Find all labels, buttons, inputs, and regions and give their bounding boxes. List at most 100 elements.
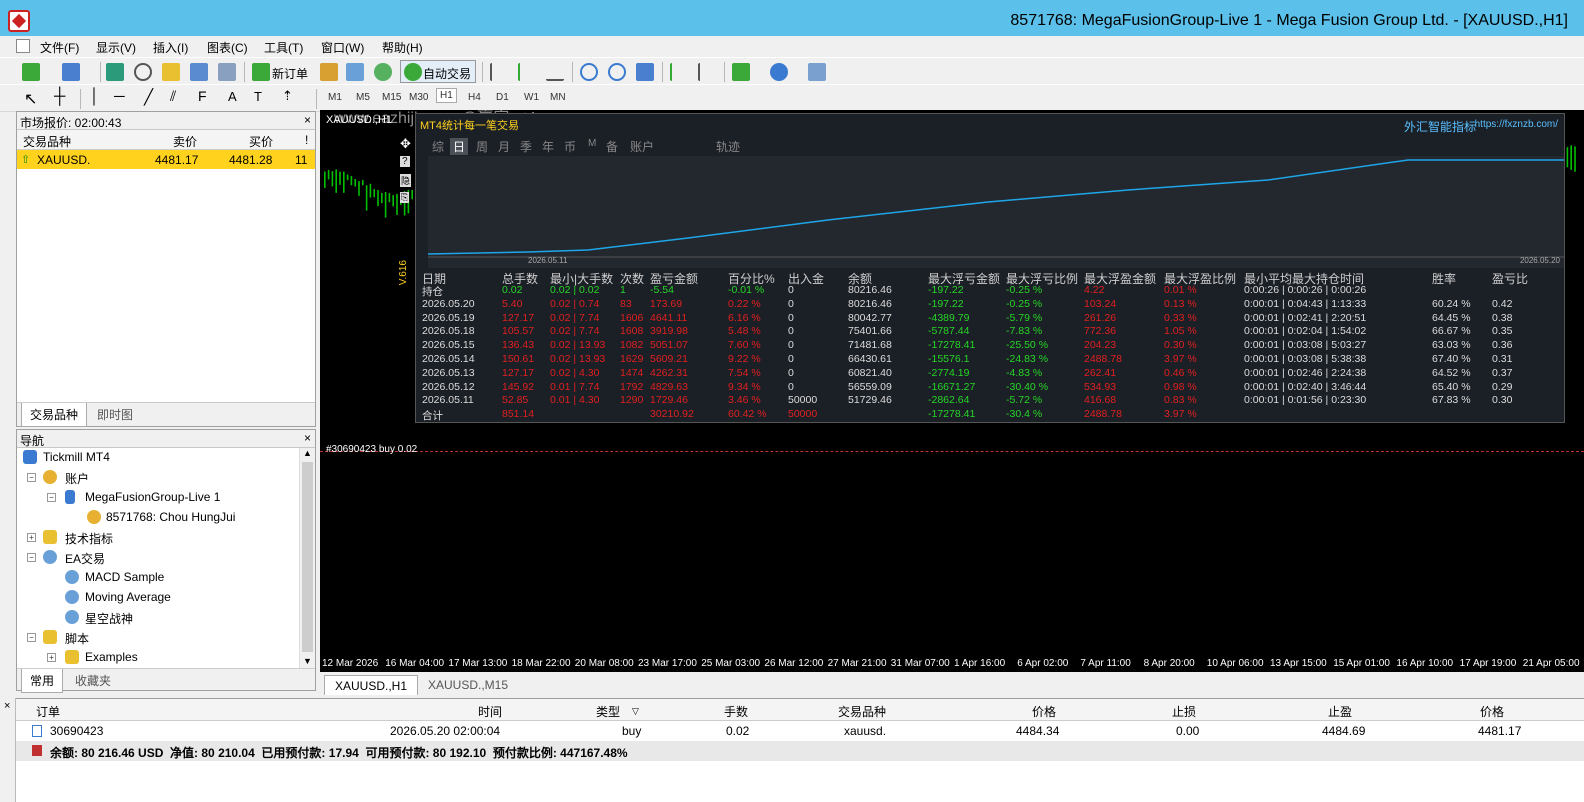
nav-root[interactable]: Tickmill MT4 — [43, 450, 110, 464]
scroll-up-icon[interactable]: ▲ — [303, 448, 312, 458]
app-logo-icon[interactable] — [8, 10, 30, 32]
tf-m1[interactable]: M1 — [328, 92, 342, 103]
scroll-thumb[interactable] — [302, 462, 313, 652]
market-icon[interactable] — [374, 63, 392, 81]
auto-scroll-icon[interactable] — [670, 63, 688, 81]
menu-tools[interactable]: 工具(T) — [264, 39, 303, 56]
line-chart-icon[interactable] — [546, 63, 564, 81]
fibonacci-icon[interactable]: F — [198, 88, 207, 104]
terminal-icon[interactable] — [190, 63, 208, 81]
label-tool-icon[interactable]: T — [254, 89, 262, 104]
collapse-icon[interactable]: − — [27, 473, 36, 482]
tab-magic[interactable]: M — [588, 138, 596, 149]
tf-mn[interactable]: MN — [550, 92, 566, 103]
channel-icon[interactable]: ⫽ — [170, 88, 176, 105]
col-symbol[interactable]: 交易品种 — [838, 703, 886, 720]
crosshair-tool-icon[interactable]: ┼ — [54, 88, 65, 106]
close-icon[interactable]: × — [4, 700, 10, 712]
trendline-icon[interactable]: ╱ — [144, 88, 153, 106]
tab-currency[interactable]: 币 — [564, 138, 576, 155]
nav-experts[interactable]: EA交易 — [65, 550, 105, 567]
tile-windows-icon[interactable] — [636, 63, 654, 81]
menu-window[interactable]: 窗口(W) — [321, 39, 364, 56]
tab-symbols[interactable]: 交易品种 — [21, 403, 88, 427]
doc-icon[interactable] — [16, 39, 30, 53]
cursor-icon[interactable]: ↖ — [24, 89, 37, 109]
horizontal-line-icon[interactable]: ─ — [114, 88, 125, 105]
nav-expert-macd[interactable]: MACD Sample — [85, 570, 164, 584]
nav-indicators[interactable]: 技术指标 — [65, 530, 113, 547]
templates-icon[interactable] — [808, 63, 826, 81]
nav-account-login[interactable]: 8571768: Chou HungJui — [106, 510, 235, 524]
close-icon[interactable]: × — [304, 113, 311, 127]
chart-tab-h1[interactable]: XAUUSD.,H1 — [324, 675, 419, 695]
tf-m30[interactable]: M30 — [409, 92, 428, 103]
text-tool-icon[interactable]: A — [228, 89, 237, 104]
bar-chart-icon[interactable] — [490, 63, 508, 81]
col-order[interactable]: 订单 — [36, 703, 60, 720]
col-type[interactable]: 类型 — [596, 703, 620, 720]
stats-brand-link[interactable]: https://fxznzb.com/ — [1475, 119, 1558, 130]
col-bid[interactable]: 卖价 — [173, 133, 197, 150]
copy-icon[interactable]: ⎘ — [400, 192, 410, 203]
tab-note[interactable]: 备 — [606, 138, 618, 155]
tab-month[interactable]: 月 — [498, 138, 510, 155]
new-order-button[interactable]: 新订单 — [272, 65, 308, 82]
chart-tab-m15[interactable]: XAUUSD.,M15 — [428, 678, 508, 692]
close-icon[interactable]: × — [304, 431, 311, 445]
tab-account[interactable]: 账户 — [630, 138, 654, 155]
menu-insert[interactable]: 插入(I) — [153, 39, 188, 56]
expand-icon[interactable]: + — [47, 653, 56, 662]
tf-m15[interactable]: M15 — [382, 92, 401, 103]
arrows-tool-icon[interactable]: ⇡ — [282, 88, 293, 104]
nav-examples[interactable]: Examples — [85, 650, 138, 664]
tab-year[interactable]: 年 — [542, 138, 554, 155]
col-sl[interactable]: 止损 — [1172, 703, 1196, 720]
tf-m5[interactable]: M5 — [356, 92, 370, 103]
hide-icon[interactable]: 隐 — [400, 174, 412, 187]
market-watch-row[interactable]: ⇧ XAUUSD. 4481.17 4481.28 11 — [17, 150, 315, 169]
collapse-icon[interactable]: − — [47, 493, 56, 502]
sort-icon[interactable]: ▽ — [632, 706, 639, 717]
tf-w1[interactable]: W1 — [524, 92, 539, 103]
col-price[interactable]: 价格 — [1032, 703, 1056, 720]
collapse-icon[interactable]: − — [27, 633, 36, 642]
tester-icon[interactable] — [218, 63, 236, 81]
market-watch-icon[interactable] — [106, 63, 124, 81]
new-order-icon[interactable] — [252, 63, 270, 81]
tab-summary[interactable]: 综 — [432, 138, 444, 155]
meta-editor-icon[interactable] — [320, 63, 338, 81]
zoom-out-icon[interactable] — [608, 63, 626, 81]
profiles-icon[interactable] — [62, 63, 80, 81]
tab-quarter[interactable]: 季 — [520, 138, 532, 155]
order-row[interactable]: 30690423 2026.05.20 02:00:04 buy 0.02 xa… — [16, 721, 1584, 741]
periods-clock-icon[interactable] — [770, 63, 788, 81]
move-icon[interactable]: ✥ — [400, 136, 411, 152]
tab-common[interactable]: 常用 — [21, 669, 64, 693]
menu-chart[interactable]: 图表(C) — [207, 39, 248, 56]
navigator-icon[interactable] — [162, 63, 180, 81]
nav-expert-xingkong[interactable]: 星空战神 — [85, 610, 133, 627]
menu-help[interactable]: 帮助(H) — [382, 39, 423, 56]
vertical-line-icon[interactable]: │ — [90, 88, 99, 105]
tab-track[interactable]: 轨迹 — [716, 138, 740, 155]
menu-file[interactable]: 文件(F) — [40, 39, 79, 56]
nav-scripts[interactable]: 脚本 — [65, 630, 89, 647]
tab-week[interactable]: 周 — [476, 138, 488, 155]
nav-accounts[interactable]: 账户 — [65, 470, 89, 487]
col-symbol[interactable]: 交易品种 — [23, 133, 71, 150]
nav-server[interactable]: MegaFusionGroup-Live 1 — [85, 490, 220, 504]
zoom-in-icon[interactable] — [580, 63, 598, 81]
navigator-scrollbar[interactable]: ▲ ▼ — [299, 448, 315, 668]
tab-tick-chart[interactable]: 即时图 — [97, 406, 133, 423]
col-tp[interactable]: 止盈 — [1328, 703, 1352, 720]
collapse-icon[interactable]: − — [27, 553, 36, 562]
order-line[interactable] — [320, 451, 1584, 452]
help-icon[interactable]: ? — [400, 156, 410, 167]
chart-shift-icon[interactable] — [698, 63, 716, 81]
new-chart-icon[interactable] — [22, 63, 40, 81]
tab-day[interactable]: 日 — [450, 138, 469, 155]
col-time[interactable]: 时间 — [478, 703, 502, 720]
tf-d1[interactable]: D1 — [496, 92, 509, 103]
col-current-price[interactable]: 价格 — [1480, 703, 1504, 720]
